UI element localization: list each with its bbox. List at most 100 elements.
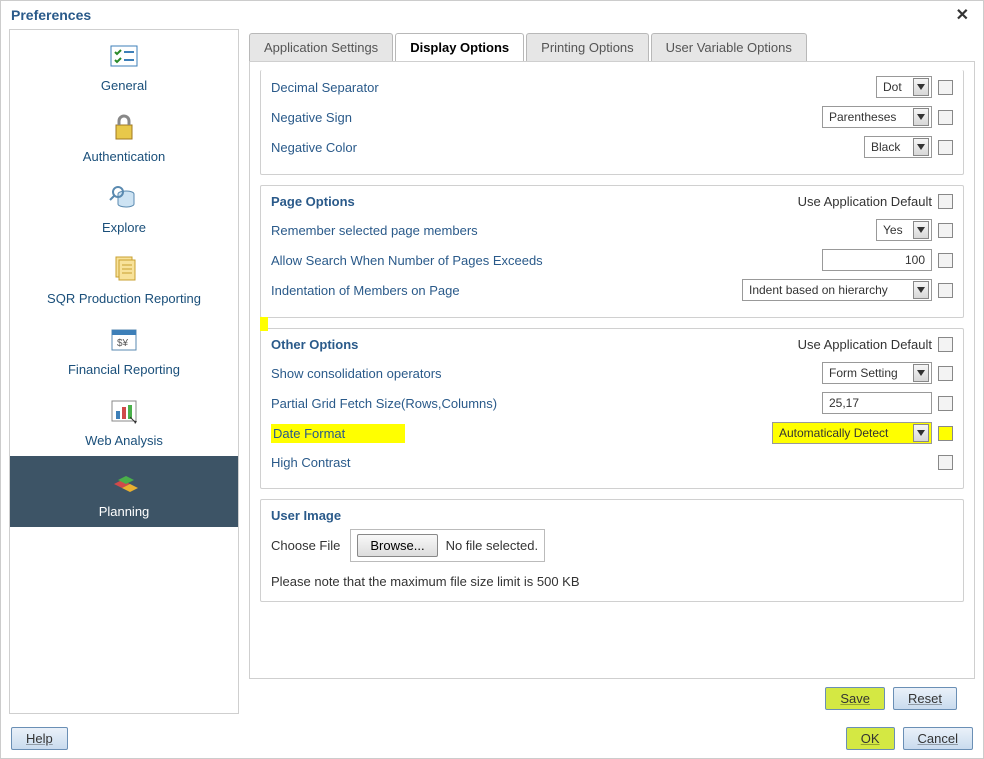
sidebar-item-financial[interactable]: $¥ Financial Reporting [10,314,238,385]
panel-button-row: Save Reset [249,679,975,714]
consolidation-select[interactable]: Form Setting [822,362,932,384]
sidebar-item-sqr[interactable]: SQR Production Reporting [10,243,238,314]
titlebar: Preferences ✕ [1,1,983,29]
svg-text:$¥: $¥ [117,338,129,349]
sidebar-item-general[interactable]: General [10,30,238,101]
decimal-separator-row: Decimal Separator Dot [271,72,953,102]
chevron-down-icon [913,281,929,299]
search-exceeds-input[interactable] [822,249,932,271]
partial-grid-row: Partial Grid Fetch Size(Rows,Columns) [271,388,953,418]
sidebar-item-label: Web Analysis [85,433,163,448]
date-format-label: Date Format [271,424,405,443]
spreadsheet-icon: $¥ [108,324,140,356]
partial-grid-input[interactable] [822,392,932,414]
select-value: Parentheses [829,110,909,124]
negative-color-select[interactable]: Black [864,136,932,158]
tab-panel: Decimal Separator Dot Negative Sign [249,61,975,679]
decimal-separator-default-check[interactable] [938,80,953,95]
tab-application-settings[interactable]: Application Settings [249,33,393,61]
chevron-down-icon [913,221,929,239]
negative-color-label: Negative Color [271,140,357,155]
preferences-window: Preferences ✕ General Authentication [0,0,984,759]
chart-icon [108,395,140,427]
remember-default-check[interactable] [938,223,953,238]
sidebar-item-label: General [101,78,147,93]
other-options-default-all-check[interactable] [938,337,953,352]
negative-color-default-check[interactable] [938,140,953,155]
negative-color-row: Negative Color Black [271,132,953,162]
ok-button[interactable]: OK [846,727,895,750]
page-options-default-all-check[interactable] [938,194,953,209]
sidebar-item-web-analysis[interactable]: Web Analysis [10,385,238,456]
negative-sign-select[interactable]: Parentheses [822,106,932,128]
page-options-title: Page Options [271,194,355,209]
number-format-group: Decimal Separator Dot Negative Sign [260,70,964,175]
indentation-row: Indentation of Members on Page Indent ba… [271,275,953,305]
sidebar-item-label: Explore [102,220,146,235]
indentation-label: Indentation of Members on Page [271,283,460,298]
use-default-label: Use Application Default [798,194,932,209]
chevron-down-icon [913,364,929,382]
date-format-default-check[interactable] [938,426,953,441]
remember-members-row: Remember selected page members Yes [271,215,953,245]
select-value: Black [871,140,909,154]
high-contrast-row: High Contrast [271,448,953,476]
tab-display-options[interactable]: Display Options [395,33,524,61]
other-options-title: Other Options [271,337,358,352]
file-input-wrap: Browse... No file selected. [350,529,545,562]
chevron-down-icon [913,424,929,442]
date-format-row: Date Format Automatically Detect [271,418,953,448]
planning-blocks-icon [108,466,140,498]
page-options-group: Page Options Use Application Default Rem… [260,185,964,318]
main-panel: Application Settings Display Options Pri… [239,29,975,714]
sidebar-item-planning[interactable]: Planning [10,456,238,527]
remember-label: Remember selected page members [271,223,478,238]
negative-sign-label: Negative Sign [271,110,352,125]
high-contrast-label: High Contrast [271,455,350,470]
checklist-icon [108,40,140,72]
user-image-group: User Image Choose File Browse... No file… [260,499,964,602]
negative-sign-row: Negative Sign Parentheses [271,102,953,132]
tabs: Application Settings Display Options Pri… [249,33,975,61]
close-icon[interactable]: ✕ [952,5,973,25]
sidebar-item-label: SQR Production Reporting [47,291,201,306]
negative-sign-default-check[interactable] [938,110,953,125]
select-value: Automatically Detect [779,426,909,440]
chevron-down-icon [913,108,929,126]
consolidation-default-check[interactable] [938,366,953,381]
select-value: Indent based on hierarchy [749,283,909,297]
indentation-default-check[interactable] [938,283,953,298]
consolidation-label: Show consolidation operators [271,366,442,381]
decimal-separator-select[interactable]: Dot [876,76,932,98]
select-value: Form Setting [829,366,909,380]
remember-select[interactable]: Yes [876,219,932,241]
dialog-footer: Help OK Cancel [11,727,973,750]
lock-icon [108,111,140,143]
consolidation-row: Show consolidation operators Form Settin… [271,358,953,388]
partial-grid-default-check[interactable] [938,396,953,411]
browse-button[interactable]: Browse... [357,534,437,557]
sidebar-item-label: Authentication [83,149,165,164]
help-button[interactable]: Help [11,727,68,750]
file-size-note: Please note that the maximum file size l… [271,562,953,589]
tab-user-variable-options[interactable]: User Variable Options [651,33,807,61]
select-value: Yes [883,223,909,237]
sidebar: General Authentication Explore SQR Produ… [9,29,239,714]
save-button[interactable]: Save [825,687,885,710]
scroll-content[interactable]: Decimal Separator Dot Negative Sign [250,62,974,678]
chevron-down-icon [913,138,929,156]
reset-button[interactable]: Reset [893,687,957,710]
high-contrast-check[interactable] [938,455,953,470]
sidebar-item-explore[interactable]: Explore [10,172,238,243]
tab-printing-options[interactable]: Printing Options [526,33,649,61]
date-format-select[interactable]: Automatically Detect [772,422,932,444]
chevron-down-icon [913,78,929,96]
indentation-select[interactable]: Indent based on hierarchy [742,279,932,301]
window-title: Preferences [11,7,91,23]
search-exceeds-default-check[interactable] [938,253,953,268]
use-default-label: Use Application Default [798,337,932,352]
cancel-button[interactable]: Cancel [903,727,973,750]
sidebar-item-authentication[interactable]: Authentication [10,101,238,172]
body-area: General Authentication Explore SQR Produ… [1,29,983,714]
sidebar-item-label: Financial Reporting [68,362,180,377]
